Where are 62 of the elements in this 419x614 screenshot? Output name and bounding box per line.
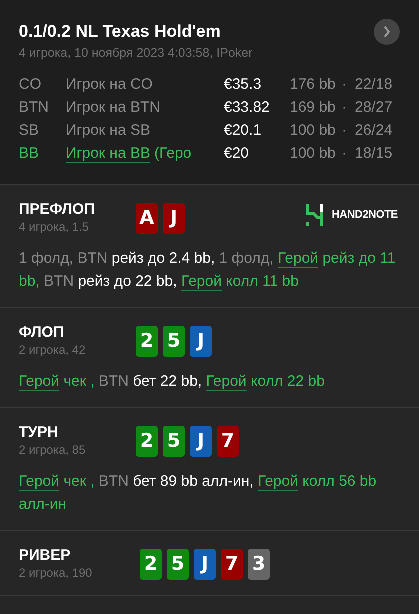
player-position: BB xyxy=(19,144,40,164)
player-big-blinds: 100 bb xyxy=(290,144,337,164)
street-subtitle: 2 игрока, 190 xyxy=(19,565,94,581)
action-log: Герой чек , BTN бет 22 bb, Герой колл 22 bb xyxy=(19,372,326,392)
player-name: Игрок на CO xyxy=(66,75,153,96)
chevron-right-icon xyxy=(383,26,391,38)
player-stats: 26/24 xyxy=(355,121,393,142)
playing-card: J xyxy=(190,426,212,457)
playing-card: A xyxy=(136,203,158,234)
player-name[interactable]: Игрок на BB xyxy=(66,143,150,166)
player-position: BTN xyxy=(19,98,50,118)
hand-subtitle: 4 игрока, 10 ноября 2023 4:03:58, IPoker xyxy=(19,45,253,62)
logo-icon xyxy=(306,204,324,226)
playing-card: 5 xyxy=(167,549,189,580)
street-subtitle: 2 игрока, 85 xyxy=(19,442,87,458)
hero-link[interactable]: Герой xyxy=(19,473,60,490)
hero-link[interactable]: Герой xyxy=(206,373,247,390)
hero-link[interactable]: Герой xyxy=(19,373,60,390)
hand-title: 0.1/0.2 NL Texas Hold'em xyxy=(19,21,222,43)
street-title: ПРЕФЛОП xyxy=(19,201,96,219)
player-stats: 18/15 xyxy=(355,144,393,164)
player-position: SB xyxy=(19,121,40,142)
next-button[interactable] xyxy=(374,19,400,45)
street-subtitle: 2 игрока, 42 xyxy=(19,342,87,358)
separator-dot: · xyxy=(342,98,348,118)
player-big-blinds: 176 bb xyxy=(290,75,337,96)
playing-card: J xyxy=(163,203,185,234)
separator-dot: · xyxy=(342,75,348,96)
player-name: Игрок на SB xyxy=(66,121,150,142)
playing-card: 2 xyxy=(140,549,162,580)
hero-link[interactable]: Герой xyxy=(181,273,222,290)
playing-card: 5 xyxy=(163,426,185,457)
hero-link[interactable]: Герой xyxy=(278,250,319,267)
logo-text: HAND2NOTE xyxy=(332,208,398,223)
action-log: 1 фолд, BTN рейз до 2.4 bb, 1 фолд, Герой рейз до 11 bb, BTN рейз до 22 bb, Герой колл 11 bb xyxy=(19,249,397,292)
player-position: CO xyxy=(19,75,42,96)
player-name: Игрок на BTN xyxy=(66,98,160,118)
player-stack: €33.82 xyxy=(224,98,271,118)
player-stack: €20.1 xyxy=(224,121,263,142)
player-stats: 28/27 xyxy=(355,98,393,118)
playing-card: 7 xyxy=(221,549,243,580)
street-title: ТУРН xyxy=(19,424,60,442)
street-subtitle: 4 игрока, 1.5 xyxy=(19,219,90,235)
hero-link[interactable]: Герой xyxy=(258,473,298,490)
playing-card: 2 xyxy=(136,426,158,457)
separator-dot: · xyxy=(342,144,348,164)
player-stack: €20 xyxy=(224,144,250,164)
player-stack: €35.3 xyxy=(224,75,263,96)
playing-card: 2 xyxy=(136,326,158,357)
separator-dot: · xyxy=(342,121,348,142)
playing-card: 7 xyxy=(217,426,239,457)
player-big-blinds: 100 bb xyxy=(290,121,337,142)
playing-card: J xyxy=(194,549,216,580)
street-title: ФЛОП xyxy=(19,324,66,342)
action-log: Герой чек , BTN бет 89 bb алл-ин, Герой колл 56 bb алл-ин xyxy=(19,472,378,515)
playing-card: 5 xyxy=(163,326,185,357)
street-title: РИВЕР xyxy=(19,547,72,565)
player-big-blinds: 169 bb xyxy=(290,98,337,118)
playing-card: 3 xyxy=(248,549,270,580)
player-stats: 22/18 xyxy=(355,75,393,96)
playing-card: J xyxy=(190,326,212,357)
player-note: (Геро xyxy=(154,144,192,164)
